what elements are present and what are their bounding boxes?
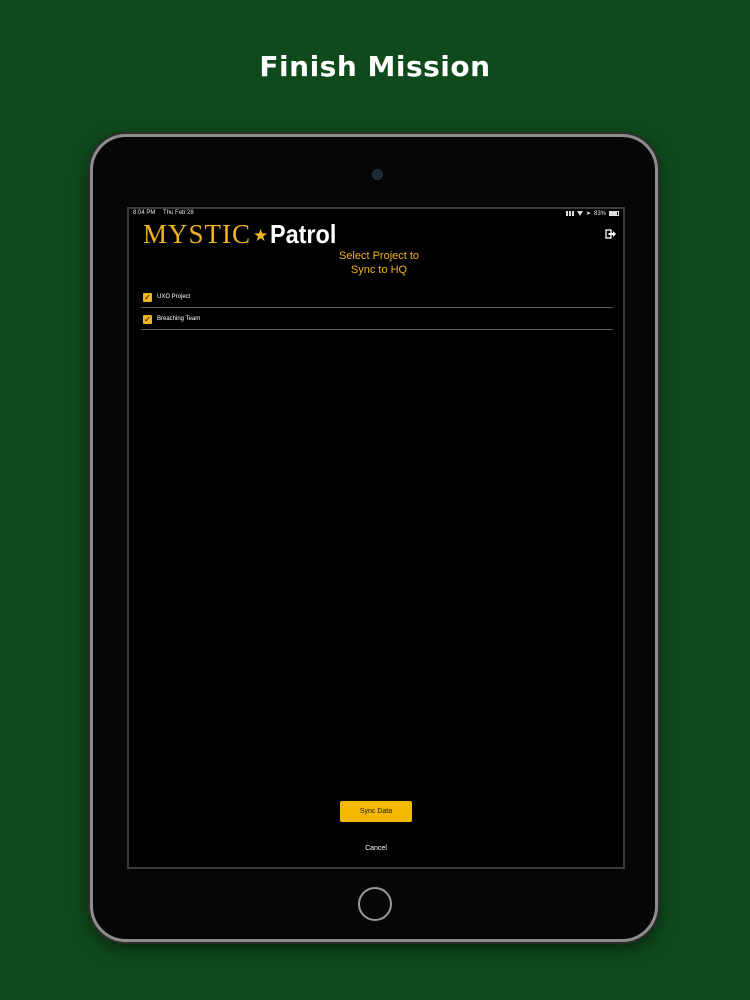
status-bar: 8:04 PM Thu Feb 28 ➤ 83% xyxy=(129,209,623,219)
project-row-uxo[interactable]: ✓ UXO Project xyxy=(141,287,613,308)
app-logo: MYSTIC ★ Patrol xyxy=(143,219,344,249)
sync-prompt: Select Project to Sync to HQ xyxy=(269,249,489,277)
page-headline: Finish Mission xyxy=(259,50,491,83)
project-list: ✓ UXO Project ✓ Breaching Team xyxy=(141,287,613,331)
star-icon: ★ xyxy=(253,226,269,246)
cancel-button[interactable]: Cancel xyxy=(326,845,426,852)
front-camera xyxy=(372,169,383,180)
home-button[interactable] xyxy=(358,887,392,921)
logout-icon[interactable] xyxy=(605,225,617,239)
sync-data-button[interactable]: Sync Data xyxy=(340,801,412,822)
battery-icon xyxy=(609,211,619,216)
logo-word-patrol: Patrol xyxy=(270,219,337,249)
project-row-breaching[interactable]: ✓ Breaching Team xyxy=(141,309,613,330)
checkbox-checked-icon[interactable]: ✓ xyxy=(143,292,152,302)
prompt-line-1: Select Project to xyxy=(338,250,420,262)
battery-level-fill xyxy=(610,212,617,215)
project-label: UXO Project xyxy=(157,294,191,300)
checkbox-checked-icon[interactable]: ✓ xyxy=(143,314,152,324)
project-label: Breaching Team xyxy=(157,316,201,322)
tablet-frame: 8:04 PM Thu Feb 28 ➤ 83% MYSTIC ★ Patrol xyxy=(90,134,658,942)
wifi-icon xyxy=(576,211,583,216)
status-date: Thu Feb 28 xyxy=(163,210,194,216)
prompt-line-2: Sync to HQ xyxy=(350,264,408,276)
battery-percent: 83% xyxy=(593,210,606,217)
location-icon: ➤ xyxy=(585,211,591,217)
app-screen: 8:04 PM Thu Feb 28 ➤ 83% MYSTIC ★ Patrol xyxy=(127,207,625,869)
status-time: 8:04 PM xyxy=(133,210,156,216)
cellular-signal-icon xyxy=(565,211,574,216)
logo-word-mystic: MYSTIC xyxy=(143,219,252,249)
